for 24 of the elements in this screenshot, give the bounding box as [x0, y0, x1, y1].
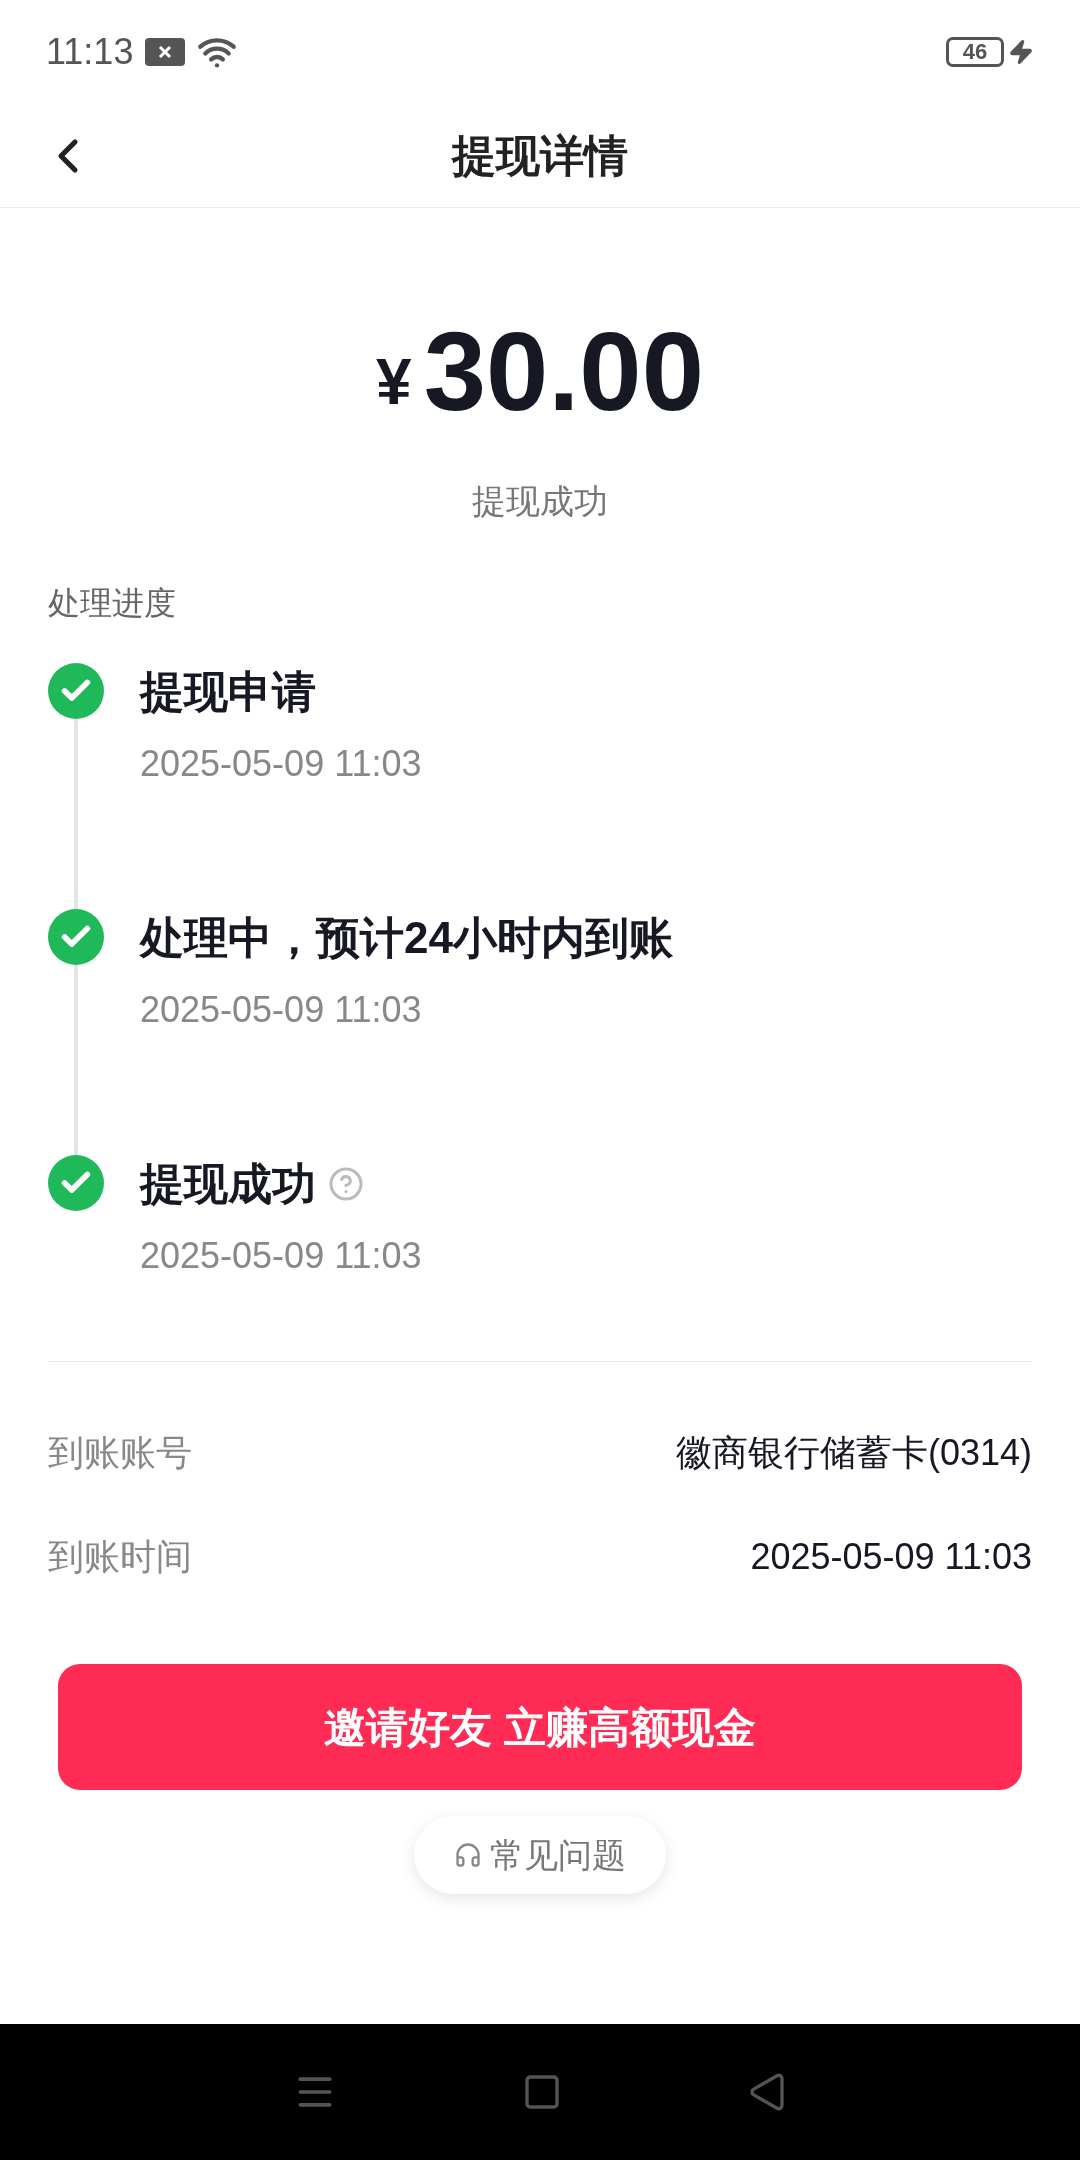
step-time: 2025-05-09 11:03: [140, 988, 423, 1032]
currency-symbol: ¥: [376, 350, 412, 414]
section-title: 处理进度: [48, 585, 176, 621]
battery-icon: 46: [946, 37, 1004, 67]
notification-icon: [145, 38, 186, 66]
step-title: 提现成功: [140, 1158, 316, 1210]
page-title: 提现详情: [452, 129, 628, 182]
detail-label: 到账时间: [48, 1535, 192, 1579]
detail-value: 2025-05-09 11:03: [750, 1535, 1032, 1579]
home-icon[interactable]: [522, 2072, 562, 2112]
detail-label: 到账账号: [48, 1431, 192, 1475]
step-time: 2025-05-09 11:03: [140, 742, 422, 786]
invite-button[interactable]: 邀请好友 立赚高额现金: [58, 1664, 1022, 1790]
step-title: 处理中，预计24小时内到账: [140, 912, 673, 964]
headset-icon: [454, 1841, 482, 1869]
step-title: 提现申请: [140, 666, 316, 718]
step-time: 2025-05-09 11:03: [140, 1234, 422, 1278]
charging-icon: [1008, 39, 1034, 65]
withdraw-amount: 30.00: [423, 316, 704, 428]
withdraw-status: 提现成功: [472, 481, 608, 522]
detail-value: 徽商银行储蓄卡(0314): [675, 1431, 1032, 1475]
status-time: 11:13: [46, 30, 134, 74]
faq-button[interactable]: 常见问题: [414, 1816, 666, 1894]
help-icon[interactable]: [328, 1166, 364, 1202]
